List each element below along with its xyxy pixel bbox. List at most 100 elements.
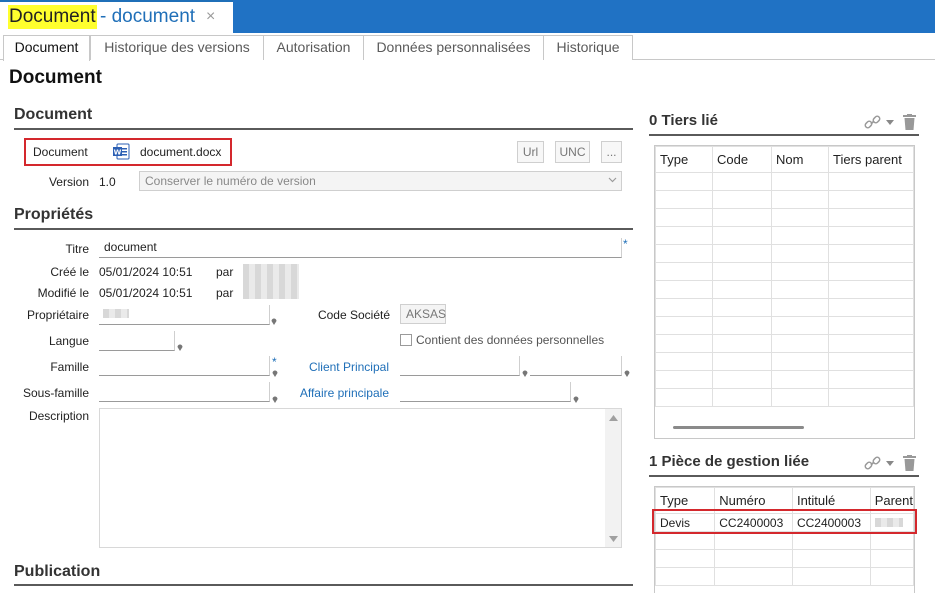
- tab-autorisation[interactable]: Autorisation: [263, 35, 364, 60]
- tab-historique[interactable]: Historique: [543, 35, 633, 60]
- word-file-icon: W: [113, 143, 130, 160]
- section-document-title: Document: [14, 106, 93, 123]
- modifie-value: 05/01/2024 10:51: [99, 286, 193, 300]
- donnees-perso-label: Contient des données personnelles: [416, 333, 605, 347]
- url-button[interactable]: Url: [517, 141, 544, 163]
- affaire-principale-link[interactable]: Affaire principale: [280, 386, 389, 400]
- donnees-perso-checkbox[interactable]: [400, 334, 412, 346]
- scroll-down-icon[interactable]: [609, 536, 618, 542]
- table-row: [655, 208, 914, 227]
- table-row: [655, 352, 914, 371]
- trash-icon[interactable]: [903, 455, 916, 471]
- pin-icon[interactable]: [624, 369, 630, 377]
- code-societe-label: Code Société: [317, 308, 390, 322]
- tab-bar: Document Historique des versions Autoris…: [0, 35, 935, 61]
- svg-text:W: W: [114, 148, 122, 156]
- pin-icon[interactable]: [573, 395, 579, 403]
- unc-button[interactable]: UNC: [555, 141, 590, 163]
- pin-icon[interactable]: [177, 343, 183, 351]
- description-scrollbar[interactable]: [605, 409, 621, 547]
- close-icon[interactable]: ×: [206, 8, 215, 26]
- document-label: Document: [33, 145, 88, 159]
- tab-document[interactable]: Document: [3, 35, 90, 61]
- trash-icon[interactable]: [903, 114, 916, 130]
- table-row: [655, 388, 914, 407]
- table-row: [655, 549, 914, 568]
- pin-icon[interactable]: [522, 369, 528, 377]
- client-principal-link[interactable]: Client Principal: [290, 360, 389, 374]
- tab-historique-versions[interactable]: Historique des versions: [90, 35, 264, 60]
- section-publication-title: Publication: [14, 563, 101, 580]
- table-row: [655, 262, 914, 281]
- tiers-col-type[interactable]: Type: [655, 146, 713, 173]
- user-avatar-blurred: [243, 264, 299, 299]
- tiers-hscrollbar[interactable]: [673, 426, 804, 429]
- tiers-grid: Type Code Nom Tiers parent: [654, 145, 915, 439]
- tab-donnees-personnalisees[interactable]: Données personnalisées: [363, 35, 544, 60]
- client-principal-code-input[interactable]: [400, 356, 520, 376]
- scroll-up-icon[interactable]: [609, 415, 618, 421]
- titre-input[interactable]: document: [99, 238, 622, 258]
- table-row: [655, 298, 914, 317]
- pin-icon[interactable]: [272, 369, 278, 377]
- sous-famille-input[interactable]: [99, 382, 270, 402]
- famille-label: Famille: [50, 360, 89, 374]
- gestion-panel-title: 1 Pièce de gestion liée: [649, 453, 810, 470]
- chevron-down-icon: [608, 177, 617, 183]
- langue-input[interactable]: [99, 331, 175, 351]
- table-row: [655, 370, 914, 389]
- table-row: [655, 316, 914, 335]
- required-mark: *: [272, 355, 277, 369]
- proprietaire-label: Propriétaire: [26, 308, 89, 322]
- affaire-principale-input[interactable]: [400, 382, 571, 402]
- gestion-grid: Type Numéro Intitulé Parent Devis CC2400…: [654, 486, 915, 593]
- table-row: [655, 244, 914, 263]
- version-label: Version: [48, 175, 89, 189]
- table-row: [655, 172, 914, 191]
- cree-label: Créé le: [50, 265, 89, 279]
- famille-input[interactable]: [99, 356, 270, 376]
- description-textarea[interactable]: [99, 408, 622, 548]
- table-row: [655, 226, 914, 245]
- version-select[interactable]: Conserver le numéro de version: [139, 171, 622, 191]
- tiers-col-nom[interactable]: Nom: [771, 146, 829, 173]
- client-principal-name-input[interactable]: [530, 356, 622, 376]
- code-societe-value: AKSAS: [400, 304, 446, 324]
- cree-value: 05/01/2024 10:51: [99, 265, 193, 279]
- cree-par-label: par: [216, 265, 234, 279]
- table-row: [655, 190, 914, 209]
- title-main: Document: [8, 5, 97, 29]
- modifie-par-label: par: [216, 286, 234, 300]
- panel-rule: [649, 475, 919, 477]
- tiers-col-code[interactable]: Code: [712, 146, 772, 173]
- table-row: [655, 334, 914, 353]
- section-rule: [14, 128, 633, 130]
- section-rule: [14, 228, 633, 230]
- chevron-down-icon[interactable]: [886, 120, 894, 125]
- page-title: Document: [9, 67, 102, 88]
- pin-icon[interactable]: [271, 317, 277, 325]
- required-mark: *: [623, 237, 628, 251]
- link-icon[interactable]: [864, 115, 881, 130]
- document-file-link[interactable]: document.docx: [140, 145, 221, 159]
- link-icon[interactable]: [864, 456, 881, 471]
- title-sub: - document: [100, 6, 196, 27]
- sous-famille-label: Sous-famille: [22, 386, 89, 400]
- more-button[interactable]: ...: [601, 141, 622, 163]
- tiers-panel-title: 0 Tiers lié: [649, 112, 718, 129]
- chevron-down-icon[interactable]: [886, 461, 894, 466]
- langue-label: Langue: [48, 334, 89, 348]
- version-value: 1.0: [99, 175, 116, 189]
- section-rule: [14, 584, 633, 586]
- panel-rule: [649, 134, 919, 136]
- document-title-tab[interactable]: Document - document ×: [0, 0, 233, 33]
- description-label: Description: [28, 409, 89, 423]
- tiers-col-parent[interactable]: Tiers parent: [828, 146, 914, 173]
- section-proprietes-title: Propriétés: [14, 206, 94, 223]
- table-row: [655, 567, 914, 586]
- titre-label: Titre: [65, 242, 89, 256]
- pin-icon[interactable]: [272, 395, 278, 403]
- table-row: [655, 280, 914, 299]
- modifie-label: Modifié le: [37, 286, 89, 300]
- proprietaire-blurred: [103, 309, 129, 318]
